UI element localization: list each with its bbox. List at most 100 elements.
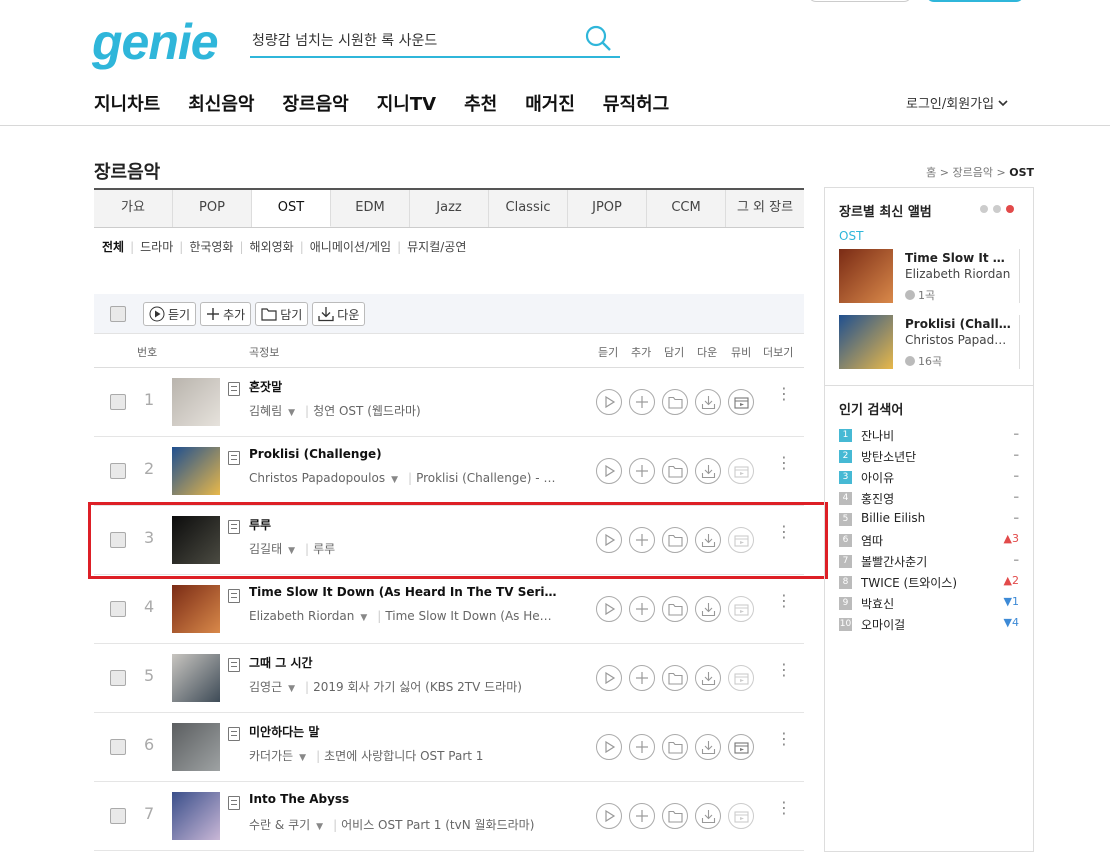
lyrics-icon[interactable]	[228, 382, 240, 396]
album-cover[interactable]	[172, 585, 220, 633]
song-title[interactable]: Proklisi (Challenge)	[249, 447, 559, 461]
download-icon[interactable]	[695, 665, 721, 691]
song-title[interactable]: 혼잣말	[249, 378, 559, 395]
play-icon[interactable]	[596, 458, 622, 484]
hot-keyword[interactable]: Billie Eilish	[861, 511, 925, 525]
download-icon[interactable]	[695, 389, 721, 415]
nav-item-musichug[interactable]: 뮤직허그	[603, 90, 669, 116]
hot-search-item[interactable]: 9 박효신 ▼1	[839, 594, 1019, 615]
more-icon[interactable]: ⋮	[776, 731, 792, 747]
hot-search-item[interactable]: 2 방탄소년단 –	[839, 447, 1019, 468]
album-cover[interactable]	[839, 315, 893, 369]
play-icon[interactable]	[596, 803, 622, 829]
song-checkbox[interactable]	[110, 394, 126, 410]
play-icon[interactable]	[596, 596, 622, 622]
lyrics-icon[interactable]	[228, 796, 240, 810]
login-link[interactable]: 로그인/회원가입	[906, 93, 1008, 112]
add-icon[interactable]	[629, 596, 655, 622]
song-album[interactable]: Time Slow It Down (As Heard In The TV Se…	[385, 609, 559, 623]
top-link-button[interactable]	[808, 0, 912, 2]
select-all-checkbox[interactable]	[110, 306, 126, 322]
play-icon[interactable]	[596, 389, 622, 415]
song-album[interactable]: 2019 회사 가기 싫어 (KBS 2TV 드라마)	[313, 680, 522, 694]
nav-item-magazine[interactable]: 매거진	[525, 90, 575, 116]
hot-search-item[interactable]: 6 염따 ▲3	[839, 531, 1019, 552]
hot-search-item[interactable]: 10 오마이걸 ▼4	[839, 615, 1019, 636]
song-row[interactable]: 6 미안하다는 말 카더가든 ▼ | 초면에 사랑합니다 OST Part 1 ⋮	[94, 713, 804, 782]
subtab-korean-film[interactable]: 한국영화	[189, 238, 233, 255]
song-title[interactable]: 그때 그 시간	[249, 654, 559, 671]
add-icon[interactable]	[629, 458, 655, 484]
tab-jazz[interactable]: Jazz	[410, 190, 489, 227]
hot-keyword[interactable]: 홍진영	[861, 490, 894, 507]
breadcrumb-home[interactable]: 홈	[926, 166, 936, 179]
top-primary-button[interactable]	[926, 0, 1024, 2]
lyrics-icon[interactable]	[228, 451, 240, 465]
hot-keyword[interactable]: 방탄소년단	[861, 448, 916, 465]
download-selected-button[interactable]: 다운	[312, 302, 366, 326]
caret-down-icon[interactable]: ▼	[288, 408, 295, 418]
latest-album-item[interactable]: Proklisi (Challenge) Christos Papadopoulo…	[839, 315, 1020, 371]
play-selected-button[interactable]: 듣기	[143, 302, 197, 326]
add-icon[interactable]	[629, 665, 655, 691]
folder-icon[interactable]	[662, 458, 688, 484]
song-title[interactable]: Into The Abyss	[249, 792, 559, 806]
save-selected-button[interactable]: 담기	[255, 302, 309, 326]
more-icon[interactable]: ⋮	[776, 386, 792, 402]
folder-icon[interactable]	[662, 389, 688, 415]
lyrics-icon[interactable]	[228, 658, 240, 672]
folder-icon[interactable]	[662, 803, 688, 829]
hot-search-item[interactable]: 5 Billie Eilish –	[839, 510, 1019, 531]
mv-icon[interactable]	[728, 734, 754, 760]
hot-search-item[interactable]: 1 잔나비 –	[839, 426, 1019, 447]
hot-search-item[interactable]: 4 홍진영 –	[839, 489, 1019, 510]
subtab-musical[interactable]: 뮤지컬/공연	[407, 238, 466, 255]
download-icon[interactable]	[695, 458, 721, 484]
lyrics-icon[interactable]	[228, 727, 240, 741]
song-artist[interactable]: Elizabeth Riordan	[249, 609, 354, 623]
song-artist[interactable]: 카더가든	[249, 749, 293, 763]
tab-ost[interactable]: OST	[252, 190, 331, 227]
album-artist[interactable]: Christos Papadopoulos	[905, 333, 1011, 347]
lyrics-icon[interactable]	[228, 589, 240, 603]
subtab-foreign-film[interactable]: 해외영화	[250, 238, 294, 255]
add-icon[interactable]	[629, 389, 655, 415]
folder-icon[interactable]	[662, 665, 688, 691]
caret-down-icon[interactable]: ▼	[288, 684, 295, 694]
play-icon[interactable]	[596, 734, 622, 760]
folder-icon[interactable]	[662, 596, 688, 622]
tab-etc[interactable]: 그 외 장르	[726, 190, 804, 227]
song-checkbox[interactable]	[110, 463, 126, 479]
nav-item-chart[interactable]: 지니차트	[94, 90, 160, 116]
play-icon[interactable]	[596, 665, 622, 691]
album-cover[interactable]	[172, 654, 220, 702]
nav-item-tv[interactable]: 지니TV	[377, 90, 436, 116]
hot-keyword[interactable]: 오마이걸	[861, 616, 905, 633]
breadcrumb-genre[interactable]: 장르음악	[953, 166, 993, 179]
caret-down-icon[interactable]: ▼	[391, 475, 398, 485]
tab-edm[interactable]: EDM	[331, 190, 410, 227]
song-album[interactable]: Proklisi (Challenge) - Original Soundtra…	[416, 471, 559, 485]
hot-keyword[interactable]: 볼빨간사춘기	[861, 553, 927, 570]
caret-down-icon[interactable]: ▼	[299, 753, 306, 763]
hot-search-item[interactable]: 8 TWICE (트와이스) ▲2	[839, 573, 1019, 594]
mv-icon[interactable]	[728, 389, 754, 415]
album-cover[interactable]	[839, 249, 893, 303]
tab-ccm[interactable]: CCM	[647, 190, 726, 227]
album-cover[interactable]	[172, 378, 220, 426]
hot-keyword[interactable]: 염따	[861, 532, 883, 549]
search-bar[interactable]: 청량감 넘치는 시원한 록 사운드	[250, 24, 620, 58]
song-row[interactable]: 5 그때 그 시간 김영근 ▼ | 2019 회사 가기 싫어 (KBS 2TV 드라마)…	[94, 644, 804, 713]
song-checkbox[interactable]	[110, 739, 126, 755]
search-input[interactable]: 청량감 넘치는 시원한 록 사운드	[252, 30, 437, 50]
download-icon[interactable]	[695, 596, 721, 622]
song-checkbox[interactable]	[110, 601, 126, 617]
folder-icon[interactable]	[662, 734, 688, 760]
tab-kpop[interactable]: 가요	[94, 190, 173, 227]
add-icon[interactable]	[629, 803, 655, 829]
hot-keyword[interactable]: 박효신	[861, 595, 894, 612]
tab-jpop[interactable]: JPOP	[568, 190, 647, 227]
song-row[interactable]: 4 Time Slow It Down (As Heard In The TV S…	[94, 575, 804, 644]
song-row[interactable]: 7 Into The Abyss 수란 & 쿠기 ▼ | 어비스 OST Part 1 (…	[94, 782, 804, 851]
subtab-all[interactable]: 전체	[102, 238, 124, 255]
